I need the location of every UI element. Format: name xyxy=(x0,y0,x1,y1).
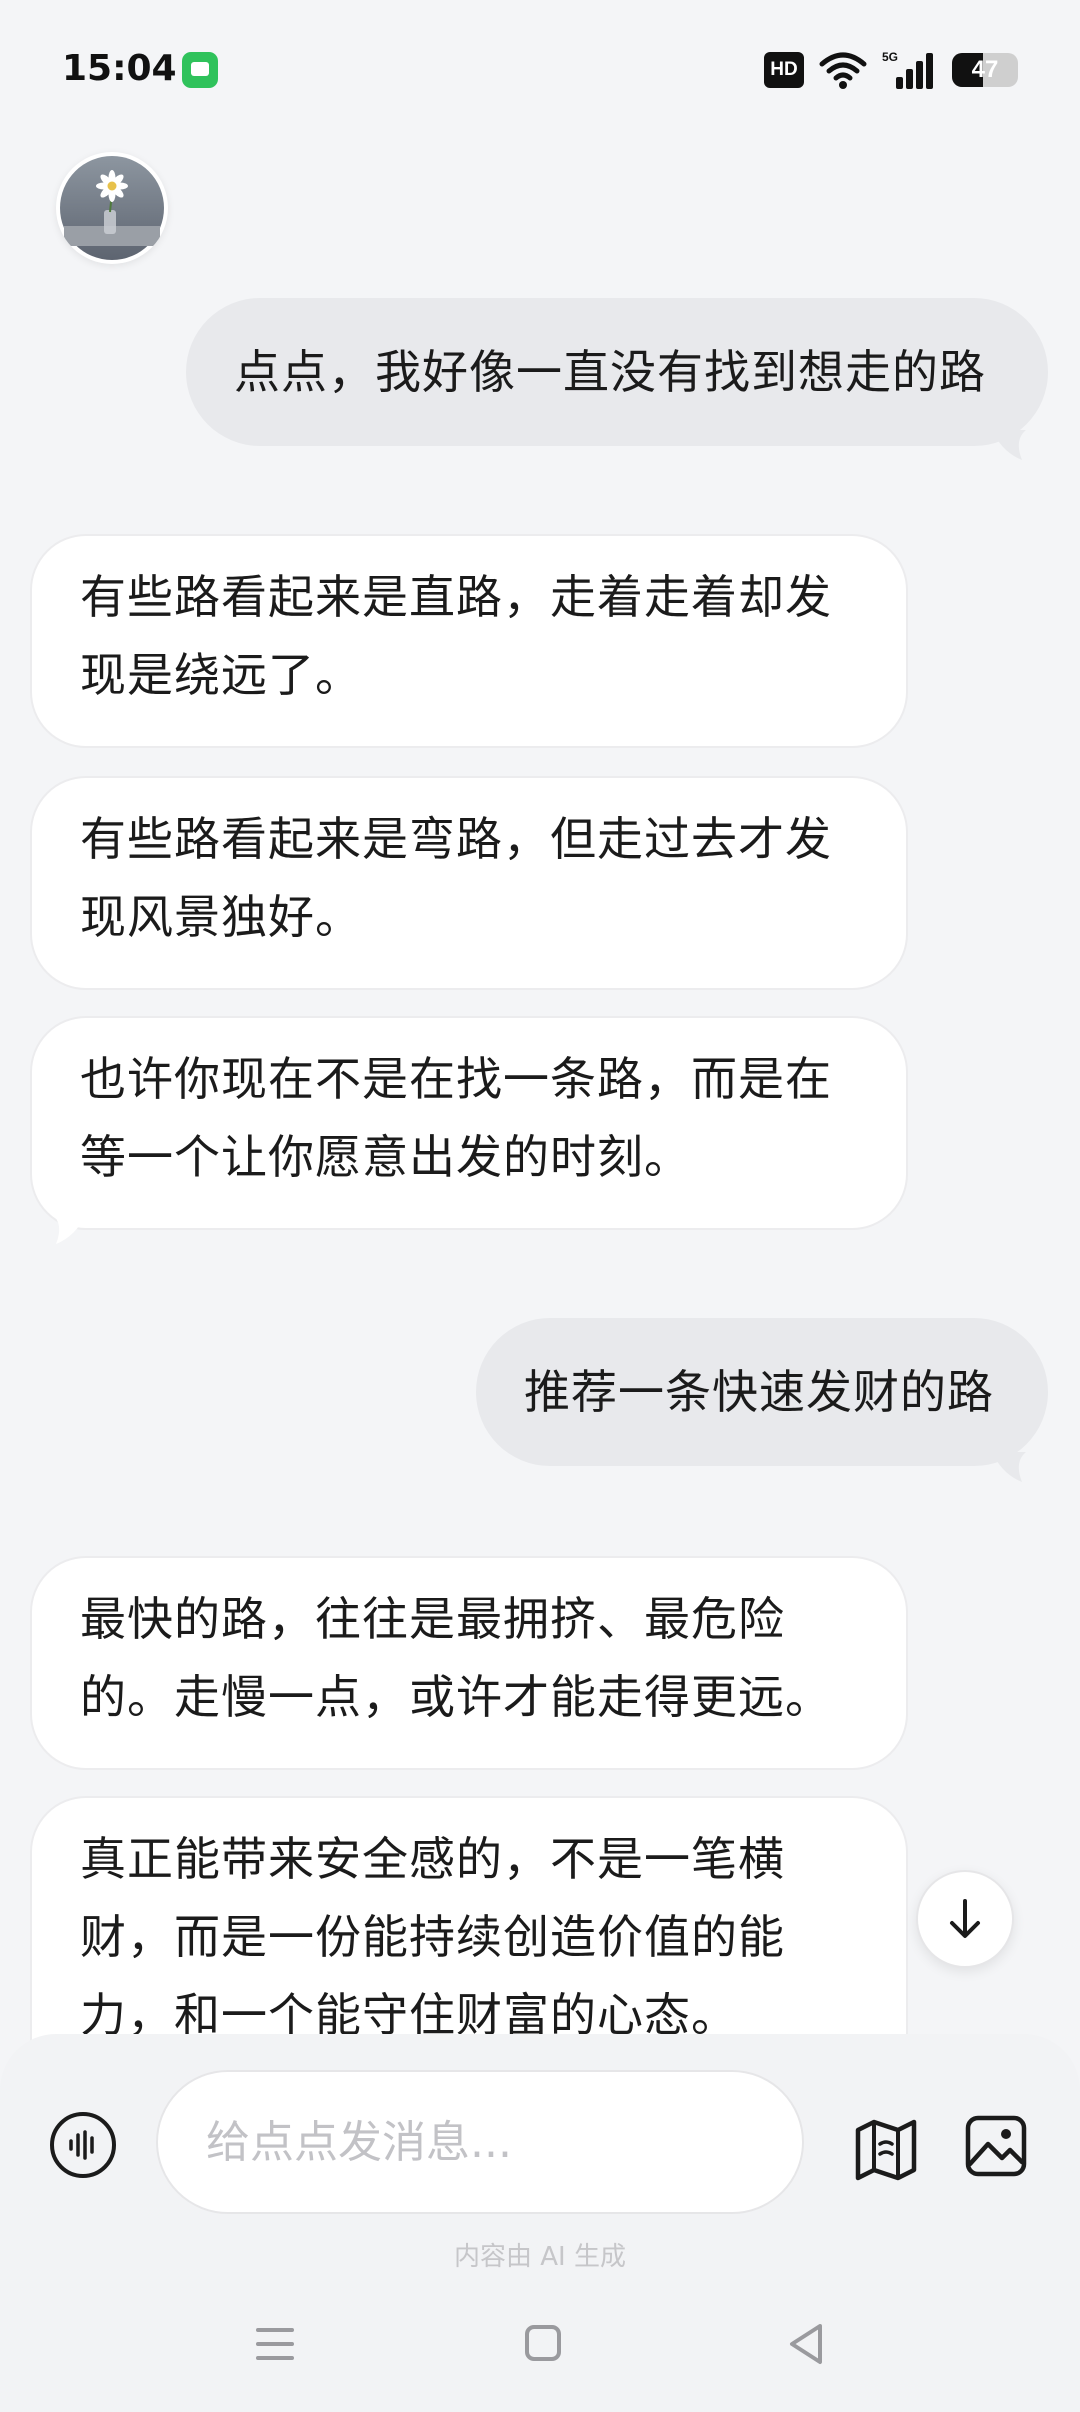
user-message-text: 点点，我好像一直没有找到想走的路 xyxy=(234,345,986,399)
assistant-message-bubble[interactable]: 有些路看起来是直路，走着走着却发现是绕远了。 xyxy=(30,534,908,748)
assistant-message-text: 也许你现在不是在找一条路，而是在等一个让你愿意出发的时刻。 xyxy=(80,1052,832,1184)
image-icon[interactable] xyxy=(962,2112,1030,2180)
scroll-to-bottom-button[interactable] xyxy=(916,1870,1014,1968)
message-input[interactable] xyxy=(156,2070,804,2214)
daisy-avatar-image xyxy=(60,156,164,260)
status-bar: 15:04 HD 5G 47 xyxy=(0,0,1080,140)
bubble-tail xyxy=(992,1452,1026,1482)
assistant-message-bubble[interactable]: 有些路看起来是弯路，但走过去才发现风景独好。 xyxy=(30,776,908,990)
battery-percent: 47 xyxy=(971,56,999,83)
ai-generated-disclaimer: 内容由 AI 生成 xyxy=(454,2242,626,2272)
wifi-icon xyxy=(819,52,867,89)
assistant-avatar[interactable] xyxy=(56,152,168,264)
assistant-message-bubble[interactable]: 也许你现在不是在找一条路，而是在等一个让你愿意出发的时刻。 xyxy=(30,1016,908,1230)
messages-notification-icon xyxy=(182,52,218,88)
assistant-message-text: 有些路看起来是直路，走着走着却发现是绕远了。 xyxy=(80,570,832,702)
battery-indicator: 47 xyxy=(952,53,1018,87)
assistant-message-bubble[interactable]: 最快的路，往往是最拥挤、最危险的。走慢一点，或许才能走得更远。 xyxy=(30,1556,908,1770)
nav-recent-apps-icon[interactable] xyxy=(254,2324,296,2364)
assistant-message-text: 真正能带来安全感的，不是一笔横财，而是一份能持续创造价值的能力，和一个能守住财富… xyxy=(80,1832,785,2042)
cellular-signal-icon: 5G xyxy=(882,50,933,89)
nav-home-icon[interactable] xyxy=(524,2324,562,2362)
arrow-down-icon xyxy=(950,1899,980,1938)
nav-back-icon[interactable] xyxy=(786,2322,826,2366)
user-message-text: 推荐一条快速发财的路 xyxy=(524,1365,994,1419)
status-time: 15:04 xyxy=(62,48,177,89)
bubble-tail xyxy=(52,1214,86,1244)
voice-input-button[interactable] xyxy=(50,2112,116,2178)
hd-badge: HD xyxy=(764,52,804,88)
user-message-bubble[interactable]: 点点，我好像一直没有找到想走的路 xyxy=(186,298,1048,446)
assistant-message-text: 有些路看起来是弯路，但走过去才发现风景独好。 xyxy=(80,812,832,944)
status-indicators: HD 5G 47 xyxy=(764,50,1018,90)
voice-waveform-icon xyxy=(69,2130,94,2160)
user-message-bubble[interactable]: 推荐一条快速发财的路 xyxy=(476,1318,1048,1466)
network-type-label: 5G xyxy=(882,50,898,64)
map-icon[interactable] xyxy=(852,2114,920,2182)
assistant-message-text: 最快的路，往往是最拥挤、最危险的。走慢一点，或许才能走得更远。 xyxy=(80,1592,832,1724)
bubble-tail xyxy=(992,430,1026,460)
